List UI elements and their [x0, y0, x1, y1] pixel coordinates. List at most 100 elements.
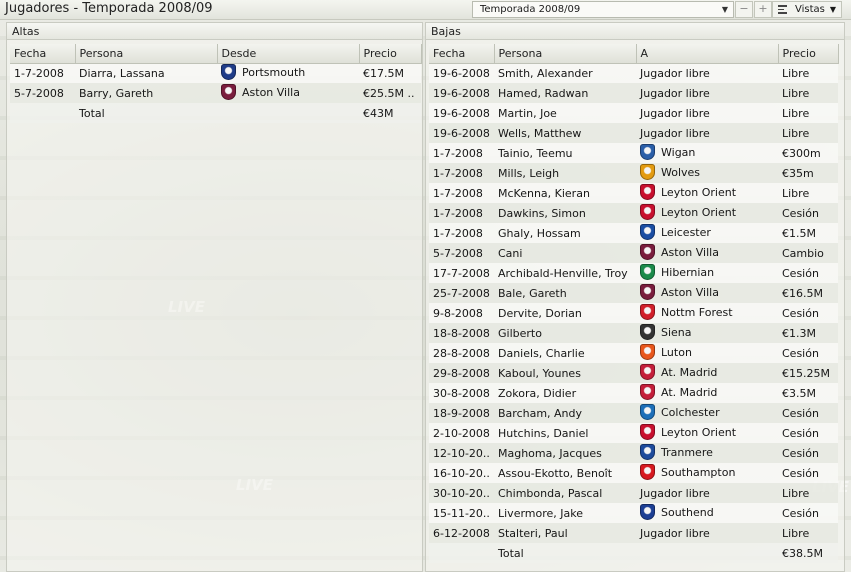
transfer-date: 30-10-20.. — [429, 483, 494, 503]
table-row[interactable]: 19-6-2008 Smith, Alexander Jugador libre Li… — [429, 63, 838, 83]
player-name-link[interactable]: Maghoma, Jacques — [494, 443, 636, 463]
player-name-link[interactable]: McKenna, Kieran — [494, 183, 636, 203]
transfer-date: 1-7-2008 — [429, 183, 494, 203]
table-row[interactable]: 1-7-2008 Ghaly, Hossam Leicester €1.5M — [429, 223, 838, 243]
season-dropdown[interactable]: Temporada 2008/09 ▼ — [472, 1, 734, 18]
table-row[interactable]: 6-12-2008 Stalteri, Paul Jugador libre Libr… — [429, 523, 838, 543]
table-row[interactable]: 1-7-2008 Tainio, Teemu Wigan €300m — [429, 143, 838, 163]
table-row[interactable]: 18-9-2008 Barcham, Andy Colchester Cesión — [429, 403, 838, 423]
club-crest-icon — [640, 364, 655, 380]
column-header-from[interactable]: Desde — [217, 44, 360, 64]
table-row[interactable]: 25-7-2008 Bale, Gareth Aston Villa €16.5M — [429, 283, 838, 303]
club-name-link[interactable]: Hibernian — [636, 263, 778, 283]
column-header-fee[interactable]: Precio — [359, 44, 422, 64]
player-name-link[interactable]: Diarra, Lassana — [75, 63, 217, 83]
table-row[interactable]: 18-8-2008 Gilberto Siena €1.3M — [429, 323, 838, 343]
player-name-link[interactable]: Archibald-Henville, Troy — [494, 263, 636, 283]
table-row[interactable]: 16-10-20.. Assou-Ekotto, Benoît Southampto… — [429, 463, 838, 483]
player-name-link[interactable]: Livermore, Jake — [494, 503, 636, 523]
player-name-link[interactable]: Hamed, Radwan — [494, 83, 636, 103]
club-name: Leyton Orient — [661, 206, 737, 219]
views-menu-label: Vistas — [795, 4, 825, 15]
player-name-link[interactable]: Ghaly, Hossam — [494, 223, 636, 243]
club-name-link[interactable]: Aston Villa — [217, 83, 359, 103]
player-name-link[interactable]: Barry, Gareth — [75, 83, 217, 103]
column-header-person[interactable]: Persona — [75, 44, 218, 64]
views-menu-button[interactable]: Vistas ▼ — [772, 1, 842, 18]
player-name-link[interactable]: Dervite, Dorian — [494, 303, 636, 323]
club-name-link[interactable]: Nottm Forest — [636, 303, 778, 323]
transfer-date: 17-7-2008 — [429, 263, 494, 283]
club-name-link[interactable]: Leyton Orient — [636, 423, 778, 443]
player-name-link[interactable]: Stalteri, Paul — [494, 523, 636, 543]
player-name-link[interactable]: Bale, Gareth — [494, 283, 636, 303]
transfer-fee: Cesión — [778, 423, 838, 443]
club-name-link[interactable]: Leicester — [636, 223, 778, 243]
club-name-link[interactable]: Aston Villa — [636, 283, 778, 303]
column-header-date[interactable]: Fecha — [10, 44, 76, 64]
column-header-person[interactable]: Persona — [494, 44, 637, 64]
player-name-link[interactable]: Chimbonda, Pascal — [494, 483, 636, 503]
club-name-link[interactable]: Portsmouth — [217, 63, 359, 83]
table-row[interactable]: 19-6-2008 Hamed, Radwan Jugador libre Libre — [429, 83, 838, 103]
table-row[interactable]: 5-7-2008 Barry, Gareth Aston Villa €25.5M .… — [10, 83, 421, 103]
table-row[interactable]: 1-7-2008 Diarra, Lassana Portsmouth €17.5M — [10, 63, 421, 83]
club-name-link[interactable]: Southend — [636, 503, 778, 523]
club-name-link[interactable]: Colchester — [636, 403, 778, 423]
table-row[interactable]: 5-7-2008 Cani Aston Villa Cambio — [429, 243, 838, 263]
club-name: Aston Villa — [242, 86, 300, 99]
transfer-fee: €3.5M — [778, 383, 838, 403]
player-name-link[interactable]: Gilberto — [494, 323, 636, 343]
table-row[interactable]: 1-7-2008 Dawkins, Simon Leyton Orient Cesió… — [429, 203, 838, 223]
club-name-link[interactable]: Aston Villa — [636, 243, 778, 263]
club-name-link[interactable]: Luton — [636, 343, 778, 363]
club-name-link[interactable]: Siena — [636, 323, 778, 343]
player-name-link[interactable]: Assou-Ekotto, Benoît — [494, 463, 636, 483]
column-header-to[interactable]: A — [636, 44, 779, 64]
table-row[interactable]: 19-6-2008 Wells, Matthew Jugador libre Libr… — [429, 123, 838, 143]
table-row[interactable]: 17-7-2008 Archibald-Henville, Troy Hiberni… — [429, 263, 838, 283]
table-row[interactable]: 19-6-2008 Martin, Joe Jugador libre Libre — [429, 103, 838, 123]
table-row[interactable]: 29-8-2008 Kaboul, Younes At. Madrid €15.25M — [429, 363, 838, 383]
club-name-link[interactable]: Wigan — [636, 143, 778, 163]
table-row[interactable]: 12-10-20.. Maghoma, Jacques Tranmere Cesión — [429, 443, 838, 463]
column-header-date[interactable]: Fecha — [429, 44, 495, 64]
player-name-link[interactable]: Martin, Joe — [494, 103, 636, 123]
player-name-link[interactable]: Wells, Matthew — [494, 123, 636, 143]
club-name: Tranmere — [661, 446, 713, 459]
club-name-link[interactable]: Wolves — [636, 163, 778, 183]
column-header-fee[interactable]: Precio — [778, 44, 839, 64]
table-row[interactable]: 9-8-2008 Dervite, Dorian Nottm Forest Cesió… — [429, 303, 838, 323]
previous-season-button[interactable]: − — [735, 1, 753, 18]
table-row[interactable]: 1-7-2008 McKenna, Kieran Leyton Orient Libr… — [429, 183, 838, 203]
table-row[interactable]: 28-8-2008 Daniels, Charlie Luton Cesión — [429, 343, 838, 363]
club-name-link[interactable]: Tranmere — [636, 443, 778, 463]
player-name-link[interactable]: Zokora, Didier — [494, 383, 636, 403]
player-name-link[interactable]: Tainio, Teemu — [494, 143, 636, 163]
club-name-link[interactable]: Southampton — [636, 463, 778, 483]
player-name-link[interactable]: Barcham, Andy — [494, 403, 636, 423]
table-row[interactable]: 2-10-2008 Hutchins, Daniel Leyton Orient Ce… — [429, 423, 838, 443]
table-row[interactable]: 30-8-2008 Zokora, Didier At. Madrid €3.5M — [429, 383, 838, 403]
transfer-fee: Cesión — [778, 403, 838, 423]
table-row[interactable]: 15-11-20.. Livermore, Jake Southend Cesión — [429, 503, 838, 523]
player-name-link[interactable]: Daniels, Charlie — [494, 343, 636, 363]
player-name-link[interactable]: Smith, Alexander — [494, 63, 636, 83]
incoming-transfers-panel: Altas Fecha Persona Desde Precio 1-7-200… — [6, 22, 423, 572]
club-name: Aston Villa — [661, 246, 719, 259]
club-name-link[interactable]: At. Madrid — [636, 383, 778, 403]
table-row[interactable]: 1-7-2008 Mills, Leigh Wolves €35m — [429, 163, 838, 183]
club-name-link[interactable]: Leyton Orient — [636, 203, 778, 223]
club-name-link[interactable]: Leyton Orient — [636, 183, 778, 203]
player-name-link[interactable]: Cani — [494, 243, 636, 263]
club-name-link[interactable]: At. Madrid — [636, 363, 778, 383]
player-name-link[interactable]: Mills, Leigh — [494, 163, 636, 183]
player-name-link[interactable]: Kaboul, Younes — [494, 363, 636, 383]
next-season-button[interactable]: + — [754, 1, 772, 18]
transfer-fee: €1.5M — [778, 223, 838, 243]
table-row[interactable]: 30-10-20.. Chimbonda, Pascal Jugador libre… — [429, 483, 838, 503]
transfer-fee: Libre — [778, 63, 838, 83]
player-name-link[interactable]: Dawkins, Simon — [494, 203, 636, 223]
player-name-link[interactable]: Hutchins, Daniel — [494, 423, 636, 443]
transfer-date: 18-9-2008 — [429, 403, 494, 423]
